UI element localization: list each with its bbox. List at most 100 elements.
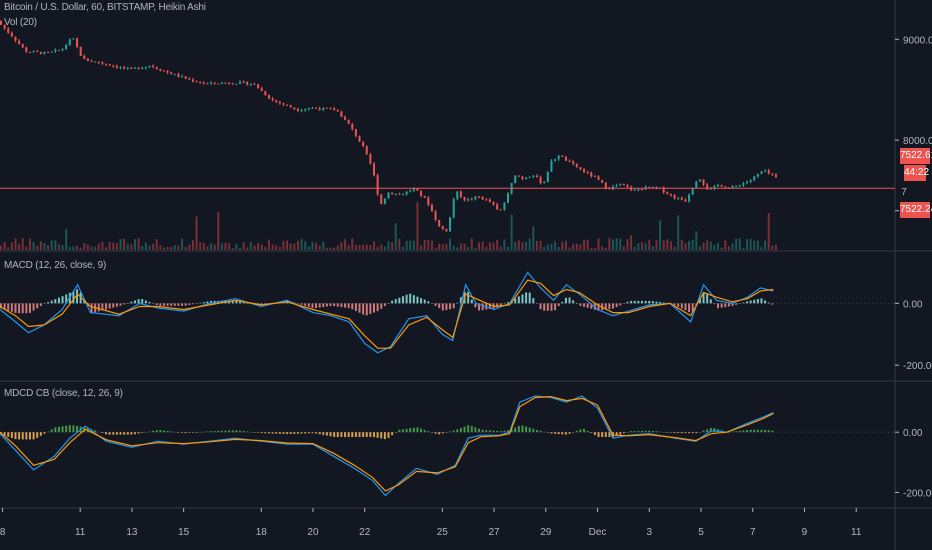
candle[interactable] <box>315 107 318 109</box>
candle[interactable] <box>394 193 397 195</box>
candle[interactable] <box>380 194 383 205</box>
candle[interactable] <box>583 169 586 173</box>
candle[interactable] <box>90 61 93 63</box>
candle[interactable] <box>633 189 636 191</box>
candle[interactable] <box>358 136 361 142</box>
candle[interactable] <box>307 108 310 110</box>
candle[interactable] <box>564 156 567 161</box>
candle[interactable] <box>235 83 238 85</box>
candle[interactable] <box>459 191 462 198</box>
candle[interactable] <box>514 175 517 183</box>
candle[interactable] <box>546 171 549 182</box>
candle[interactable] <box>579 167 582 170</box>
candle[interactable] <box>684 199 687 202</box>
candle[interactable] <box>267 95 270 99</box>
candle[interactable] <box>528 176 531 178</box>
candle[interactable] <box>543 181 546 184</box>
candle[interactable] <box>14 36 17 41</box>
candle[interactable] <box>217 83 220 85</box>
candle[interactable] <box>409 190 412 192</box>
candle[interactable] <box>604 182 607 188</box>
candle[interactable] <box>774 174 777 178</box>
candle[interactable] <box>735 185 738 187</box>
candle[interactable] <box>365 146 368 155</box>
candle[interactable] <box>83 55 86 59</box>
candle[interactable] <box>496 204 499 210</box>
macd-legend[interactable]: MACD (12, 26, close, 9) <box>4 260 106 271</box>
candle[interactable] <box>170 72 173 75</box>
candle[interactable] <box>449 217 452 232</box>
candle[interactable] <box>655 186 658 188</box>
candle[interactable] <box>246 81 249 85</box>
candle[interactable] <box>532 175 535 177</box>
candle[interactable] <box>39 51 42 54</box>
candle[interactable] <box>32 51 35 53</box>
candle[interactable] <box>463 197 466 201</box>
candle[interactable] <box>97 61 100 63</box>
candle[interactable] <box>199 81 202 83</box>
candle[interactable] <box>50 51 53 53</box>
candle[interactable] <box>420 190 423 196</box>
candle[interactable] <box>387 192 390 199</box>
candle[interactable] <box>738 185 741 187</box>
candle[interactable] <box>257 84 260 89</box>
candle[interactable] <box>344 116 347 120</box>
candle[interactable] <box>68 39 71 45</box>
candle[interactable] <box>749 180 752 182</box>
candle[interactable] <box>742 183 745 186</box>
candle[interactable] <box>159 68 162 71</box>
candle[interactable] <box>771 173 774 175</box>
candle[interactable] <box>398 193 401 195</box>
candle[interactable] <box>666 192 669 195</box>
candle[interactable] <box>329 108 332 110</box>
candle[interactable] <box>25 47 28 53</box>
candle[interactable] <box>213 82 216 84</box>
candle[interactable] <box>249 83 252 85</box>
candle[interactable] <box>485 199 488 201</box>
candle[interactable] <box>166 70 169 73</box>
candle[interactable] <box>347 119 350 124</box>
candle[interactable] <box>376 175 379 195</box>
candle[interactable] <box>445 228 448 232</box>
chart-canvas[interactable]: 8 11 13 15 18 20 22 25 27 29 Dec 3 5 7 9 11 9000.00 8000.… <box>0 0 932 550</box>
candle[interactable] <box>517 175 520 177</box>
candle[interactable] <box>155 67 158 69</box>
candle[interactable] <box>115 66 118 68</box>
candle[interactable] <box>264 90 267 96</box>
candle[interactable] <box>108 64 111 66</box>
candle[interactable] <box>401 194 404 196</box>
candle[interactable] <box>278 101 281 104</box>
candle[interactable] <box>177 73 180 77</box>
candle[interactable] <box>123 67 126 69</box>
candle[interactable] <box>438 220 441 227</box>
candle[interactable] <box>478 196 481 198</box>
candle[interactable] <box>640 189 643 191</box>
candle[interactable] <box>688 194 691 202</box>
candle[interactable] <box>0 21 2 25</box>
candle[interactable] <box>130 67 133 69</box>
candle[interactable] <box>575 163 578 168</box>
candle[interactable] <box>231 83 234 85</box>
candle[interactable] <box>188 78 191 80</box>
candle[interactable] <box>195 81 198 83</box>
candle[interactable] <box>521 176 524 180</box>
candle[interactable] <box>506 193 509 203</box>
candle[interactable] <box>220 82 223 84</box>
candle[interactable] <box>202 82 205 84</box>
candle[interactable] <box>126 67 129 69</box>
candle[interactable] <box>554 159 557 161</box>
candle[interactable] <box>622 183 625 186</box>
candle[interactable] <box>597 176 600 180</box>
candle[interactable] <box>677 197 680 199</box>
candle[interactable] <box>637 189 640 191</box>
candle[interactable] <box>746 181 749 184</box>
series-line-2-0[interactable] <box>0 395 774 497</box>
candle[interactable] <box>253 83 256 85</box>
candle[interactable] <box>593 176 596 178</box>
candle[interactable] <box>28 52 31 54</box>
candle[interactable] <box>206 83 209 85</box>
candle[interactable] <box>503 202 506 210</box>
candle[interactable] <box>300 110 303 112</box>
candle[interactable] <box>72 38 75 40</box>
candle[interactable] <box>137 67 140 69</box>
